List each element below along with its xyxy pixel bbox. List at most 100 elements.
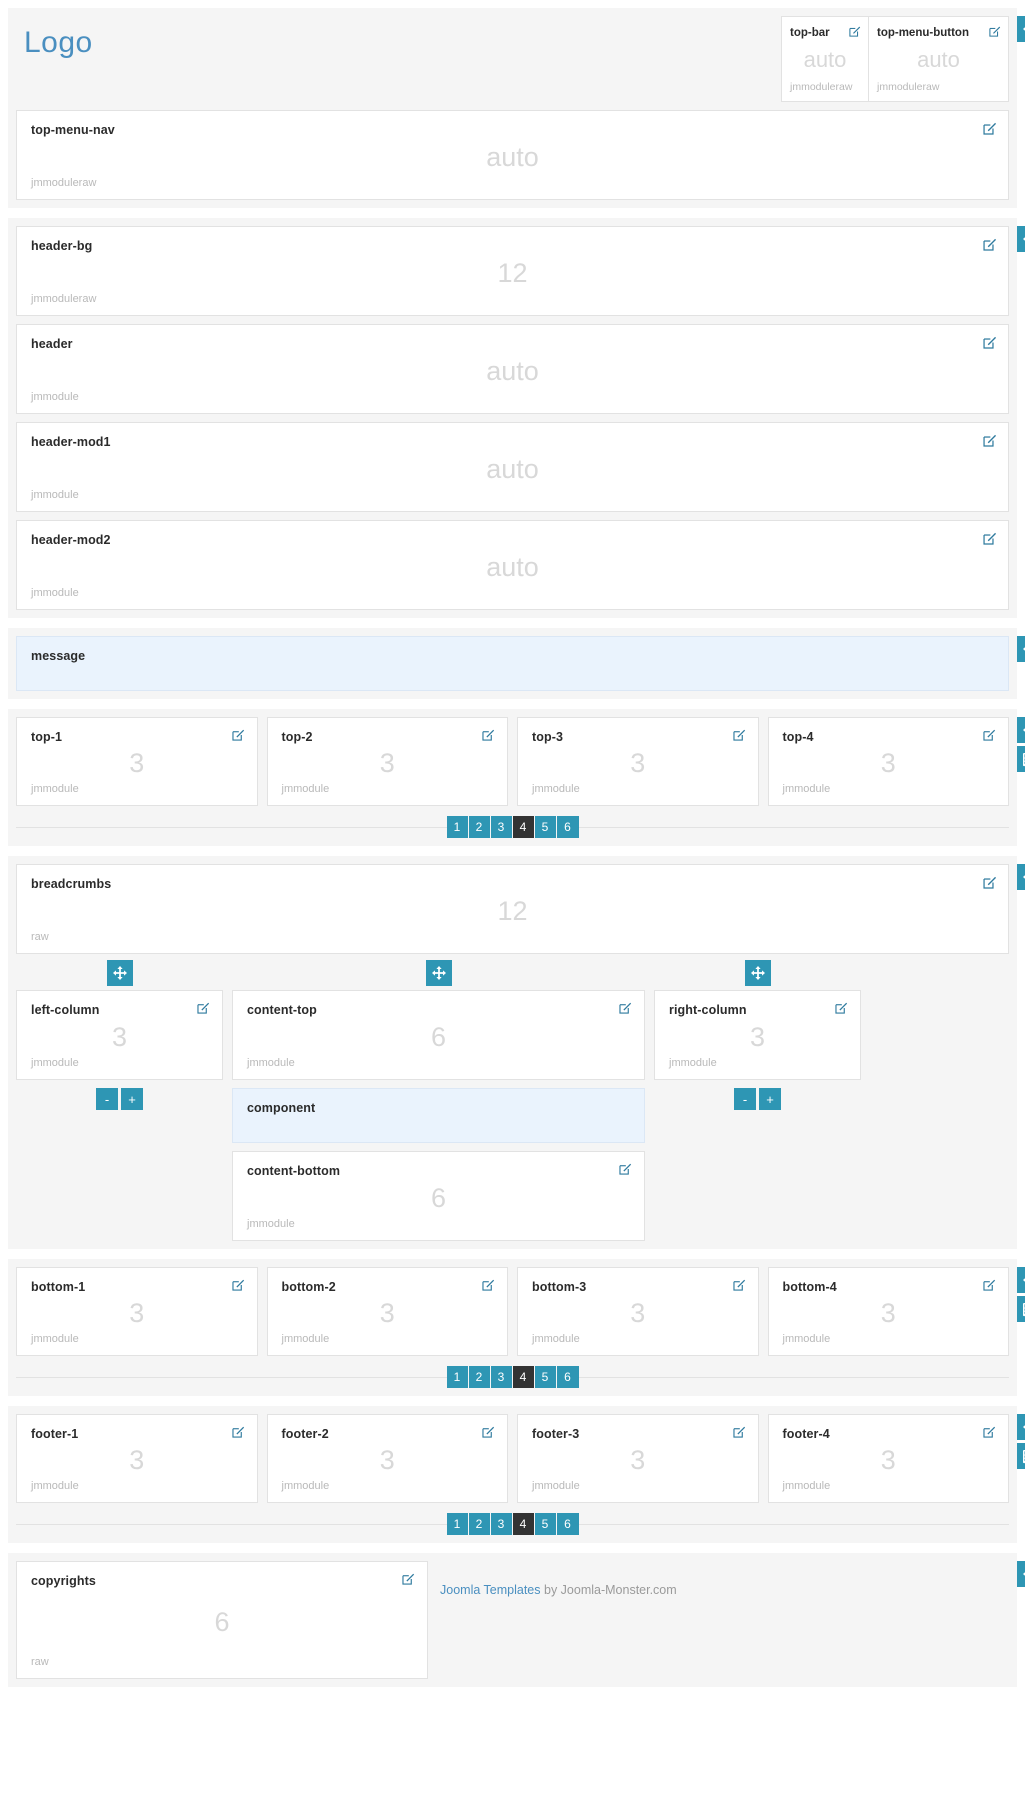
move-handle-left-column[interactable] [106,960,133,986]
edit-pencil-icon[interactable] [619,1001,633,1015]
move-handle-footer-modules[interactable] [1017,1414,1025,1440]
block-bottom-4[interactable]: bottom-4 3 jmmodule [767,1267,1009,1356]
block-top-1[interactable]: top-1 3 jmmodule [16,717,258,806]
block-message[interactable]: message [16,636,1009,691]
grid-layout-button-top-modules[interactable] [1017,746,1025,772]
block-top-2[interactable]: top-2 3 jmmodule [266,717,508,806]
block-top-bar[interactable]: top-bar auto jmmoduleraw [781,16,869,102]
edit-pencil-icon[interactable] [732,728,747,742]
edit-pencil-icon[interactable] [231,728,246,742]
edit-pencil-icon[interactable] [983,531,997,545]
block-kind: jmmodule [669,1057,717,1069]
pagination-item-5[interactable]: 5 [534,1513,557,1535]
edit-pencil-icon[interactable] [732,1278,747,1292]
increase-width-left-column[interactable]: + [121,1088,143,1110]
edit-pencil-icon[interactable] [983,1425,997,1439]
block-copyrights[interactable]: copyrights 6 raw [16,1561,428,1679]
edit-pencil-icon[interactable] [835,1001,849,1015]
move-handle-top-modules[interactable] [1017,717,1025,743]
edit-pencil-icon[interactable] [983,335,997,349]
pagination-item-5[interactable]: 5 [534,1366,557,1388]
edit-pencil-icon[interactable] [619,1162,633,1176]
edit-pencil-icon[interactable] [732,1425,747,1439]
pagination-item-1[interactable]: 1 [446,816,469,838]
decrease-width-right-column[interactable]: - [734,1088,756,1110]
block-top-menu-nav[interactable]: top-menu-nav auto jmmoduleraw [16,110,1009,200]
block-right-column[interactable]: right-column 3 jmmodule [654,990,861,1080]
edit-pencil-icon[interactable] [983,433,997,447]
move-handle-right-column[interactable] [744,960,771,986]
block-header-mod1[interactable]: header-mod1 auto jmmodule [16,422,1009,512]
pagination-item-1[interactable]: 1 [446,1513,469,1535]
move-handle-header-section[interactable] [1017,226,1025,252]
block-component[interactable]: component [232,1088,645,1143]
block-header[interactable]: header auto jmmodule [16,324,1009,414]
block-bottom-1[interactable]: bottom-1 3 jmmodule [16,1267,258,1356]
pagination-item-4[interactable]: 4 [512,1513,535,1535]
edit-pencil-icon[interactable] [482,728,496,742]
block-content-bottom[interactable]: content-bottom 6 jmmodule [232,1151,645,1241]
pagination-item-2[interactable]: 2 [468,1366,491,1388]
pagination-item-1[interactable]: 1 [446,1366,469,1388]
edit-pencil-icon[interactable] [402,1572,416,1586]
pagination-item-2[interactable]: 2 [468,816,491,838]
block-title: footer-3 [532,1427,580,1441]
bottom-modules-rail [1017,1267,1025,1322]
pagination-item-3[interactable]: 3 [490,816,513,838]
block-bottom-2[interactable]: bottom-2 3 jmmodule [266,1267,508,1356]
pagination-item-6[interactable]: 6 [556,1513,579,1535]
edit-pencil-icon[interactable] [983,1278,997,1292]
block-footer-4[interactable]: footer-4 3 jmmodule [767,1414,1009,1503]
block-content-top[interactable]: content-top 6 jmmodule [232,990,645,1080]
edit-pencil-icon[interactable] [482,1425,496,1439]
move-handle-top-section[interactable] [1017,16,1025,42]
edit-pencil-icon[interactable] [983,121,997,135]
block-top-3[interactable]: top-3 3 jmmodule [517,717,759,806]
move-handle-content-section[interactable] [1017,864,1025,890]
block-title: footer-4 [782,1427,830,1441]
block-title: content-top [247,1003,317,1017]
pagination-item-4[interactable]: 4 [512,816,535,838]
increase-width-right-column[interactable]: + [759,1088,781,1110]
edit-pencil-icon[interactable] [983,728,997,742]
move-handle-bottom-modules[interactable] [1017,1267,1025,1293]
left-column-resize-controls: - + [16,1088,223,1110]
edit-pencil-icon[interactable] [989,25,1001,37]
edit-pencil-icon[interactable] [197,1001,211,1015]
block-footer-3[interactable]: footer-3 3 jmmodule [517,1414,759,1503]
joomla-templates-link[interactable]: Joomla Templates [440,1583,541,1597]
block-kind: jmmodule [532,1333,580,1345]
pagination-item-5[interactable]: 5 [534,816,557,838]
header-section-rail [1017,226,1025,252]
column-move-handles [16,960,1009,986]
edit-pencil-icon[interactable] [983,237,997,251]
grid-layout-button-footer-modules[interactable] [1017,1443,1025,1469]
grid-layout-button-bottom-modules[interactable] [1017,1296,1025,1322]
edit-pencil-icon[interactable] [231,1278,246,1292]
move-handle-content-column[interactable] [425,960,452,986]
pagination-item-4[interactable]: 4 [512,1366,535,1388]
top-section: Logo top-bar auto jmmoduleraw top-menu-b… [8,8,1025,208]
edit-pencil-icon[interactable] [231,1425,246,1439]
edit-pencil-icon[interactable] [482,1278,496,1292]
block-footer-1[interactable]: footer-1 3 jmmodule [16,1414,258,1503]
block-kind: jmmodule [31,587,79,599]
decrease-width-left-column[interactable]: - [96,1088,118,1110]
block-top-4[interactable]: top-4 3 jmmodule [767,717,1009,806]
pagination-item-3[interactable]: 3 [490,1366,513,1388]
block-header-bg[interactable]: header-bg 12 jmmoduleraw [16,226,1009,316]
edit-pencil-icon[interactable] [983,875,997,889]
pagination-item-6[interactable]: 6 [556,816,579,838]
block-bottom-3[interactable]: bottom-3 3 jmmodule [517,1267,759,1356]
move-handle-message-section[interactable] [1017,636,1025,662]
pagination-item-2[interactable]: 2 [468,1513,491,1535]
pagination-item-3[interactable]: 3 [490,1513,513,1535]
pagination-item-6[interactable]: 6 [556,1366,579,1388]
move-handle-copyrights[interactable] [1017,1561,1025,1587]
block-left-column[interactable]: left-column 3 jmmodule [16,990,223,1080]
block-footer-2[interactable]: footer-2 3 jmmodule [266,1414,508,1503]
block-breadcrumbs[interactable]: breadcrumbs 12 raw [16,864,1009,954]
block-header-mod2[interactable]: header-mod2 auto jmmodule [16,520,1009,610]
edit-pencil-icon[interactable] [849,25,861,37]
block-top-menu-button[interactable]: top-menu-button auto jmmoduleraw [869,16,1009,102]
